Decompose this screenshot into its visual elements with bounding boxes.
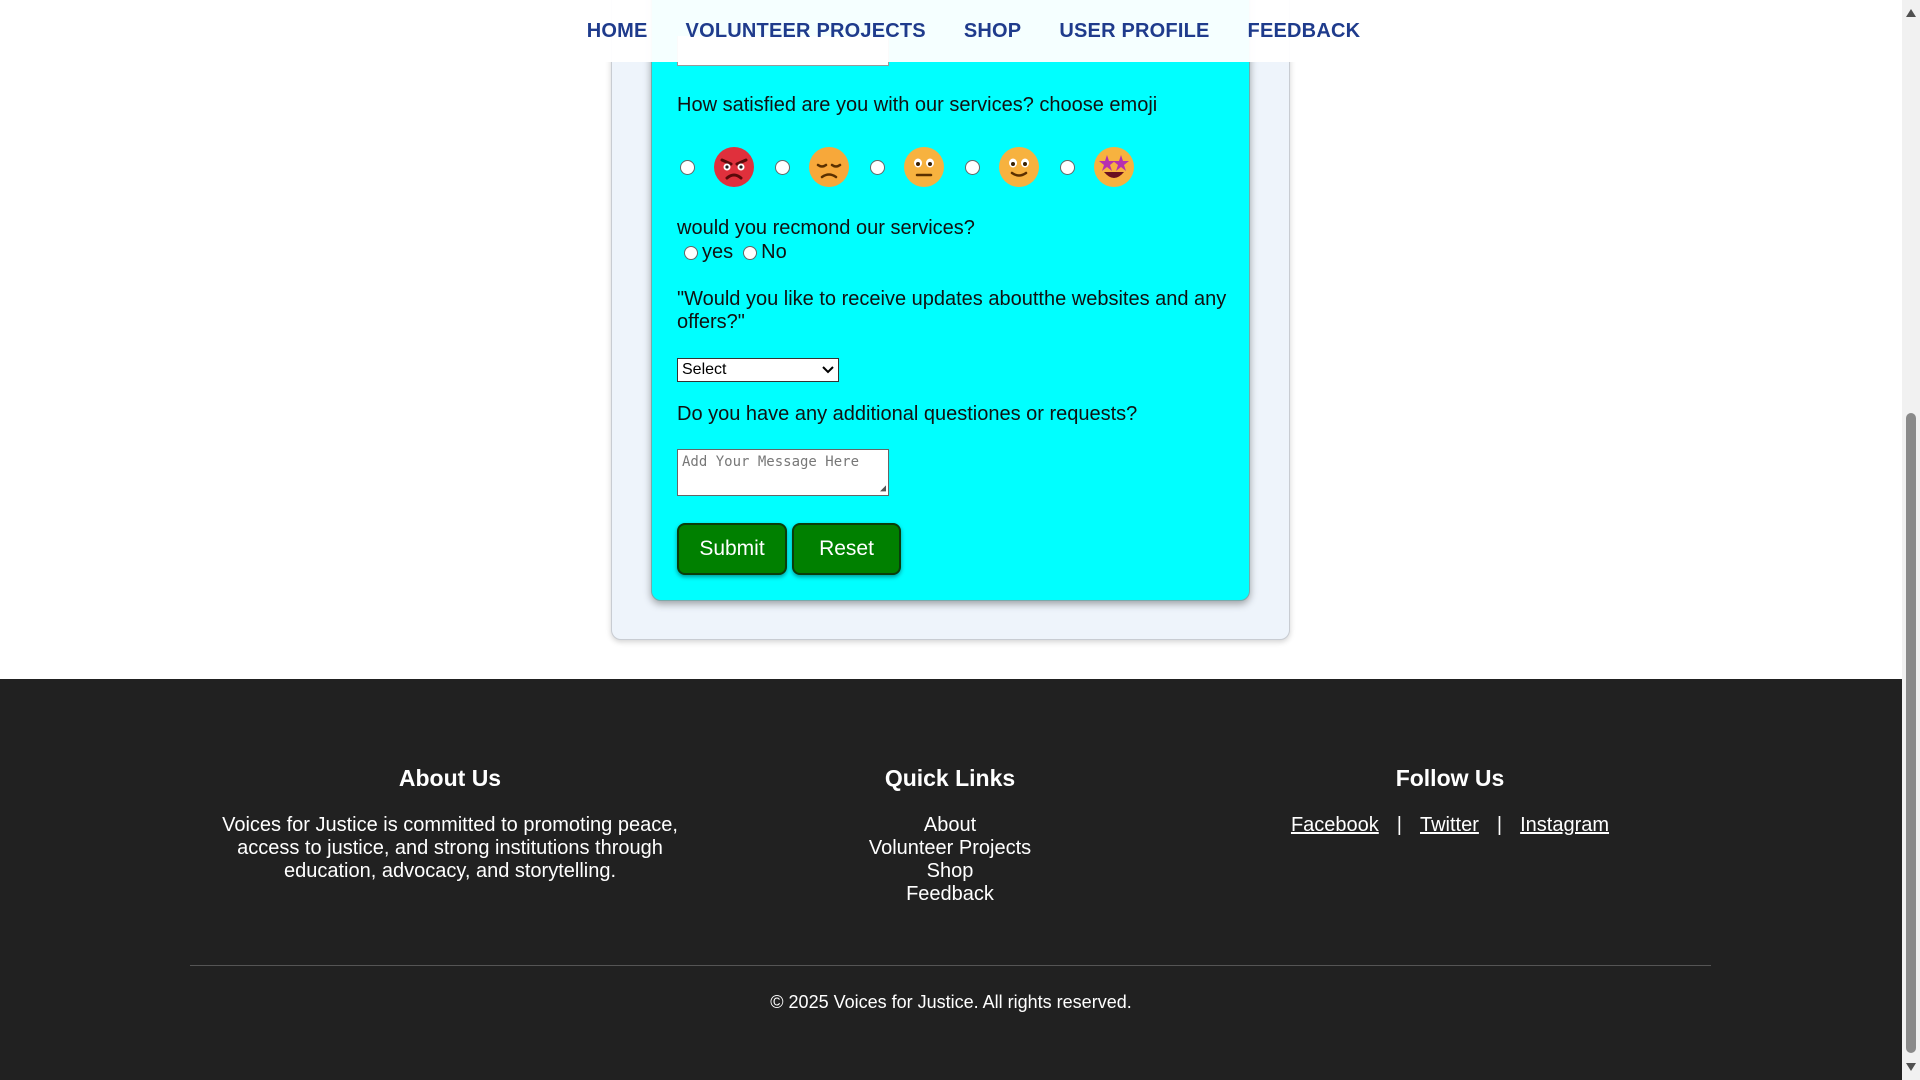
nav-volunteer-projects[interactable]: VOLUNTEER PROJECTS — [686, 20, 926, 43]
recommend-question: would you recmond our services? — [677, 217, 975, 239]
emoji-radio-4[interactable] — [965, 159, 980, 175]
footer-follow-column: Follow Us Facebook | Twitter | Instagram — [1250, 765, 1650, 837]
scroll-up-arrow-icon[interactable] — [1906, 9, 1916, 17]
nav-home[interactable]: HOME — [587, 20, 648, 43]
emoji-radio-2[interactable] — [775, 159, 790, 175]
footer-link-feedback[interactable]: Feedback — [800, 883, 1100, 906]
updates-select[interactable]: Select — [677, 358, 839, 382]
emoji-rating-group — [680, 146, 1155, 188]
message-textarea[interactable]: Add Your Message Here ◢ — [677, 449, 889, 496]
emoji-radio-5[interactable] — [1060, 159, 1075, 175]
emoji-radio-3[interactable] — [870, 159, 885, 175]
emoji-radio-1[interactable] — [680, 159, 695, 175]
angry-face-icon — [713, 146, 755, 188]
footer-about-column: About Us Voices for Justice is committed… — [210, 765, 690, 883]
social-links: Facebook | Twitter | Instagram — [1250, 814, 1650, 837]
footer-link-about[interactable]: About — [800, 814, 1100, 837]
twitter-link[interactable]: Twitter — [1420, 814, 1479, 837]
submit-button[interactable]: Submit — [677, 523, 787, 575]
footer-link-volunteer-projects[interactable]: Volunteer Projects — [800, 837, 1100, 860]
quick-links-heading: Quick Links — [884, 765, 1016, 791]
message-placeholder: Add Your Message Here — [682, 454, 860, 470]
updates-question: "Would you like to receive updates about… — [677, 288, 1227, 333]
satisfaction-question: How satisfied are you with our services?… — [677, 94, 1158, 116]
scroll-down-arrow-icon[interactable] — [1906, 1063, 1916, 1071]
footer-link-shop[interactable]: Shop — [800, 860, 1100, 883]
reset-button[interactable]: Reset — [792, 523, 901, 575]
recommend-no-radio[interactable] — [743, 245, 758, 260]
scrollbar-thumb[interactable] — [1906, 413, 1916, 1053]
nav-feedback[interactable]: FEEDBACK — [1248, 20, 1361, 43]
site-footer: About Us Voices for Justice is committed… — [0, 679, 1902, 1080]
top-navigation: HOME VOLUNTEER PROJECTS SHOP USER PROFIL… — [0, 0, 1902, 62]
nav-user-profile[interactable]: USER PROFILE — [1059, 20, 1209, 43]
recommend-no-label: No — [761, 241, 787, 263]
footer-divider — [190, 965, 1711, 966]
instagram-link[interactable]: Instagram — [1520, 814, 1609, 837]
recommend-yes-radio[interactable] — [684, 245, 698, 260]
disappointed-face-icon — [808, 146, 850, 188]
social-separator: | — [1396, 814, 1402, 836]
star-struck-face-icon — [1093, 146, 1135, 188]
smiling-face-icon — [998, 146, 1040, 188]
facebook-link[interactable]: Facebook — [1291, 814, 1379, 837]
about-text: Voices for Justice is committed to promo… — [222, 814, 678, 882]
updates-select-value: Select — [682, 361, 727, 378]
footer-quick-links-column: Quick Links About Volunteer Projects Sho… — [800, 765, 1100, 906]
recommend-yes-label: yes — [702, 241, 734, 263]
recommend-radio-group: yes No — [684, 241, 797, 264]
social-separator: | — [1496, 814, 1503, 836]
additional-question: Do you have any additional questiones or… — [677, 403, 1138, 425]
chevron-down-icon — [822, 361, 834, 379]
about-heading: About Us — [398, 765, 502, 791]
copyright-text: © 2025 Voices for Justice. All rights re… — [770, 992, 1132, 1012]
vertical-scrollbar[interactable] — [1902, 0, 1920, 1080]
neutral-face-icon — [903, 146, 945, 188]
nav-shop[interactable]: SHOP — [964, 20, 1021, 43]
follow-heading: Follow Us — [1395, 765, 1505, 791]
resize-handle-icon[interactable]: ◢ — [880, 483, 886, 494]
